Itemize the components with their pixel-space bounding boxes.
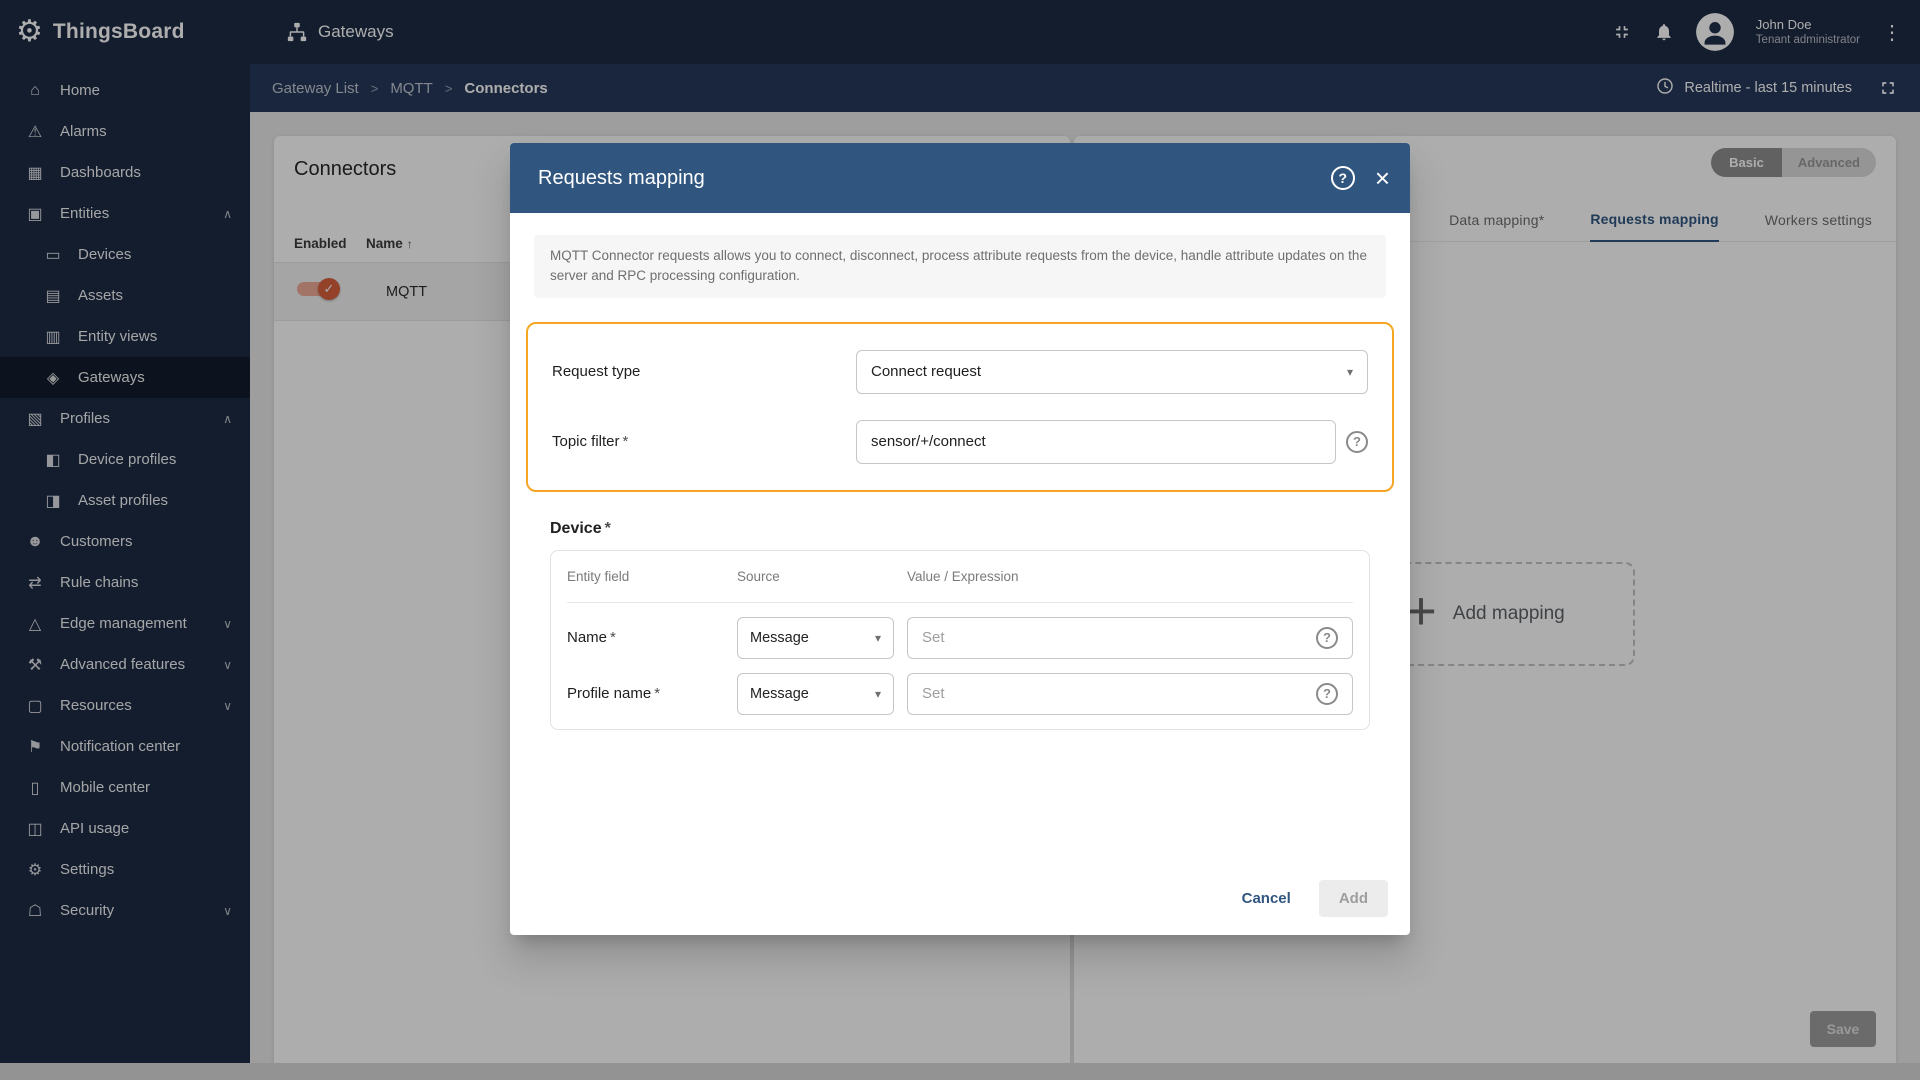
request-type-row: Request type Connect request ▾ (552, 349, 1368, 394)
column-entity-field: Entity field (567, 568, 630, 584)
device-row-name: Name* Message ▾ ? (567, 616, 1353, 659)
name-value-input[interactable] (922, 629, 1316, 646)
required-mark: * (610, 629, 616, 646)
topic-filter-label-text: Topic filter (552, 433, 620, 450)
required-mark: * (604, 519, 611, 537)
dialog-title: Requests mapping (538, 166, 705, 189)
device-title-text: Device (550, 519, 602, 537)
topic-filter-input[interactable] (871, 433, 1321, 450)
topic-filter-label: Topic filter * (552, 433, 856, 450)
dropdown-arrow-icon: ▾ (874, 630, 881, 645)
topic-filter-help-icon[interactable]: ? (1346, 430, 1368, 453)
required-mark: * (654, 685, 661, 702)
required-mark: * (622, 433, 629, 450)
field-label-text: Name (567, 629, 608, 646)
dialog-description: MQTT Connector requests allows you to co… (534, 235, 1386, 298)
column-value-expression: Value / Expression (907, 568, 1019, 584)
name-value-field: ? (907, 616, 1353, 659)
requests-mapping-dialog: Requests mapping ? × MQTT Connector requ… (510, 143, 1410, 935)
profile-name-value-field: ? (907, 672, 1353, 715)
topic-filter-field (856, 419, 1336, 464)
request-type-label: Request type (552, 363, 641, 380)
tour-highlight-section: Request type Connect request ▾ Topic fil… (526, 321, 1394, 492)
name-value-help-icon[interactable]: ? (1316, 626, 1338, 649)
profile-name-source-select[interactable]: Message ▾ (737, 672, 894, 715)
close-icon[interactable]: × (1375, 165, 1390, 191)
device-mapping-table: Entity field Source Value / Expression N… (550, 549, 1370, 730)
profile-name-value-help-icon[interactable]: ? (1316, 682, 1338, 705)
cancel-button[interactable]: Cancel (1228, 881, 1305, 916)
device-table-header: Entity field Source Value / Expression (567, 551, 1353, 603)
topic-filter-row: Topic filter* ? (552, 419, 1368, 464)
dialog-footer: Cancel Add (510, 866, 1410, 935)
source-value: Message (750, 685, 809, 702)
field-label-text: Profile name (567, 685, 652, 702)
column-source: Source (737, 568, 780, 584)
device-row-profile-name: Profile name* Message ▾ ? (567, 672, 1353, 715)
field-profile-name-label: Profile name * (567, 685, 737, 702)
dialog-help-icon[interactable]: ? (1330, 166, 1355, 190)
device-section-title: Device * (550, 520, 1370, 538)
dialog-body: MQTT Connector requests allows you to co… (510, 213, 1410, 866)
add-button[interactable]: Add (1318, 880, 1388, 917)
request-type-value: Connect request (871, 363, 982, 380)
dropdown-arrow-icon: ▾ (874, 686, 881, 701)
dropdown-arrow-icon: ▾ (1346, 364, 1353, 379)
request-type-select[interactable]: Connect request ▾ (856, 349, 1368, 394)
name-source-select[interactable]: Message ▾ (737, 616, 894, 659)
dialog-header: Requests mapping ? × (510, 143, 1410, 213)
source-value: Message (750, 629, 809, 646)
field-name-label: Name * (567, 629, 737, 646)
profile-name-value-input[interactable] (922, 685, 1316, 702)
